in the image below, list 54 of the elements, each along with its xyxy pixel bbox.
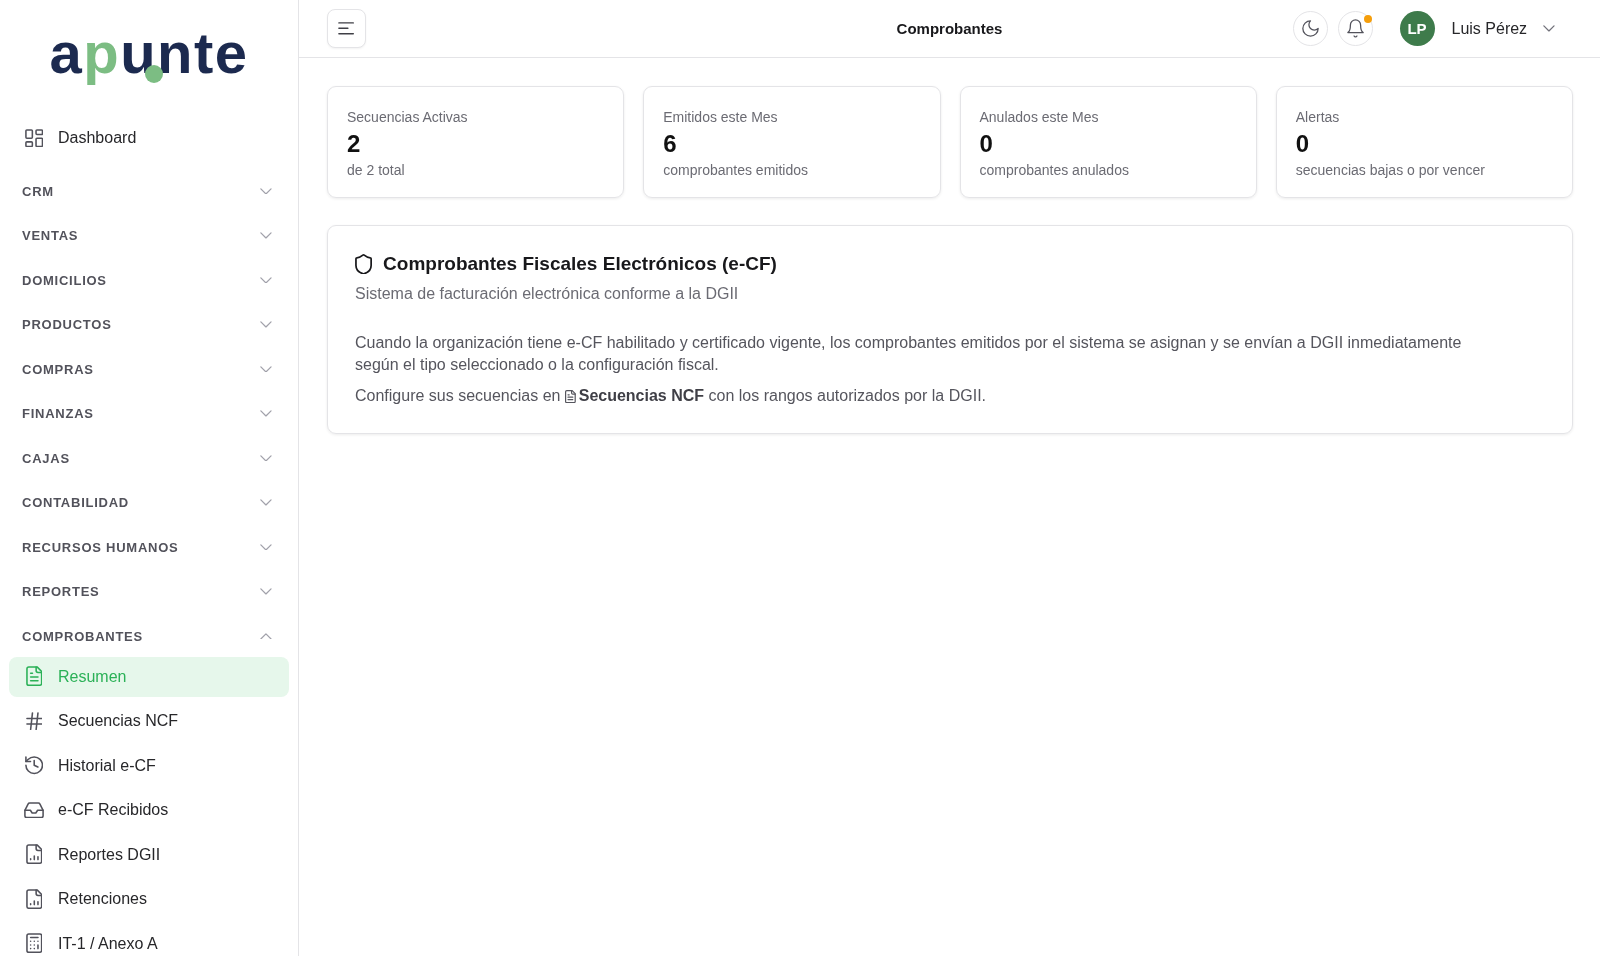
sidebar-item[interactable]: Dashboard: [9, 118, 289, 158]
stat-value: 0: [979, 129, 994, 159]
panel-subtitle: Sistema de facturación electrónica conforme a la DGII: [355, 284, 740, 304]
sidebar-section-header[interactable]: COMPROBANTES: [9, 613, 289, 659]
stat-value: 2: [347, 129, 362, 159]
moon-icon: [1301, 20, 1319, 37]
sidebar-item[interactable]: Secuencias NCF: [9, 701, 289, 741]
document-icon: [564, 390, 576, 404]
stat-caption: de 2 total: [347, 161, 406, 179]
sidebar-section-header[interactable]: VENTAS: [9, 213, 289, 258]
panel-note: Configure sus secuencias en Secuencias NCF con los rangos autorizados por la DGII.: [355, 386, 987, 407]
inbox-icon: [24, 801, 44, 819]
sidebar-item[interactable]: e-CF Recibidos: [9, 790, 289, 830]
secuencias-ncf-link[interactable]: Secuencias NCF: [564, 387, 705, 405]
sidebar-item[interactable]: IT-1 / Anexo A: [9, 923, 289, 956]
chevron-down-icon: [1543, 25, 1555, 32]
user-avatar: LP: [1399, 11, 1435, 46]
sidebar-item[interactable]: Reportes DGII: [9, 834, 289, 875]
sidebar-section-header[interactable]: COMPRAS: [9, 346, 289, 392]
sidebar-section-header[interactable]: CRM: [9, 168, 289, 214]
hash-icon: [25, 711, 43, 731]
stat-label: Secuencias Activas: [347, 108, 469, 126]
document-icon: [25, 666, 43, 687]
sidebar-section-header[interactable]: REPORTES: [9, 569, 289, 614]
stat-caption: comprobantes emitidos: [663, 161, 809, 179]
panel-title: Comprobantes Fiscales Electrónicos (e-CF): [383, 252, 777, 276]
stat-caption: comprobantes anulados: [979, 161, 1130, 179]
sidebar-item[interactable]: Retenciones: [9, 879, 289, 919]
sidebar-section-header[interactable]: DOMICILIOS: [9, 257, 289, 303]
stat-label: Anulados este Mes: [979, 108, 1100, 126]
bell-icon: [1346, 19, 1364, 38]
stat-value: 0: [1295, 129, 1311, 159]
sidebar-section-header[interactable]: CONTABILIDAD: [9, 480, 289, 525]
chart-document-icon: [25, 888, 43, 910]
stat-label: Emitidos este Mes: [663, 108, 779, 126]
stat-label: Alertas: [1295, 108, 1341, 126]
chart-document-icon: [25, 844, 43, 865]
page-title: Comprobantes: [896, 20, 1003, 37]
sidebar-section-header[interactable]: CAJAS: [9, 435, 289, 481]
sidebar-toggle-button[interactable]: [327, 9, 366, 48]
sidebar-item[interactable]: Historial e-CF: [9, 745, 289, 786]
stat-value: 6: [663, 129, 678, 159]
stat-caption: secuencias bajas o por vencer: [1295, 161, 1486, 179]
shield-icon: [355, 253, 373, 275]
panel-description: Cuando la organización tiene e-CF habilitado y certificado vigente, los comprobantes emitidos por el sistema se asignan y se envían a DGII inmediatamente según el tipo seleccionado o la configuración fiscal.: [355, 333, 1463, 375]
theme-toggle-button[interactable]: [1292, 11, 1328, 46]
calculator-icon: [25, 933, 43, 954]
history-icon: [24, 756, 44, 775]
dashboard-grid-icon: [24, 128, 44, 148]
sidebar-section-header[interactable]: FINANZAS: [9, 391, 289, 436]
notifications-button[interactable]: [1337, 11, 1373, 46]
sidebar-section-header[interactable]: RECURSOS HUMANOS: [9, 524, 289, 570]
menu-icon: [338, 22, 355, 35]
sidebar-section-header[interactable]: PRODUCTOS: [9, 302, 289, 347]
